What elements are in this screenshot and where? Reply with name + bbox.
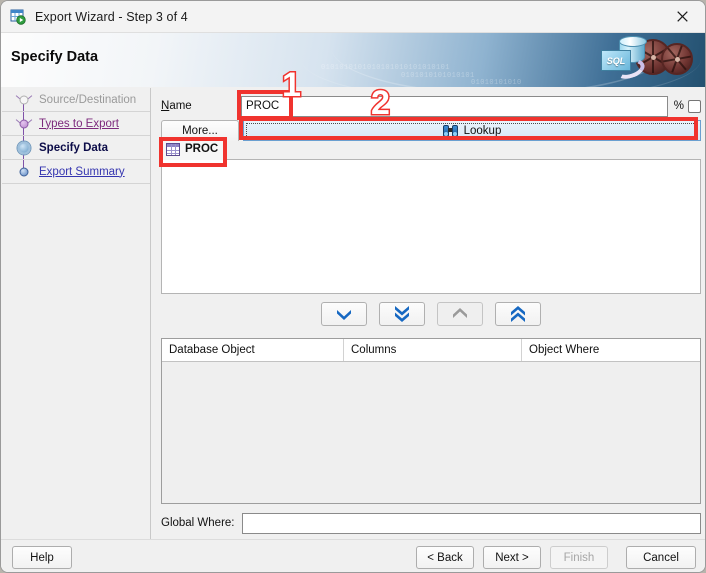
database-object-table[interactable]: Database Object Columns Object Where bbox=[161, 338, 701, 504]
main-content: Name % More... Lookup bbox=[151, 88, 705, 541]
banner-artwork: SQL bbox=[563, 33, 703, 87]
sidebar-item-types-to-export[interactable]: Types to Export bbox=[2, 112, 150, 136]
page-title: Specify Data bbox=[11, 49, 99, 65]
sidebar-item-label: Source/Destination bbox=[39, 93, 137, 106]
global-where-label: Global Where: bbox=[161, 517, 235, 529]
move-down-button[interactable] bbox=[321, 302, 367, 326]
help-button[interactable]: Help bbox=[12, 546, 72, 569]
node-current-icon bbox=[14, 138, 34, 158]
window-title: Export Wizard - Step 3 of 4 bbox=[35, 9, 188, 24]
table-grid-icon bbox=[166, 142, 180, 156]
name-label: Name bbox=[161, 100, 241, 112]
tab-strip: More... Lookup bbox=[161, 120, 701, 142]
node-gray-icon bbox=[14, 90, 34, 110]
chevron-down-icon bbox=[337, 310, 351, 320]
export-grid-icon bbox=[10, 9, 26, 25]
sidebar-item-label: Types to Export bbox=[39, 117, 119, 130]
sidebar-item-label: Specify Data bbox=[39, 141, 109, 154]
next-button[interactable]: Next > bbox=[483, 546, 541, 569]
name-row: Name % bbox=[161, 95, 701, 117]
column-header-columns[interactable]: Columns bbox=[344, 339, 522, 361]
wizard-steps-sidebar: Source/Destination Types to Export Speci… bbox=[2, 88, 151, 541]
name-label-rest: ame bbox=[169, 100, 192, 112]
binary-text-1: 0101010101010101010101010101 bbox=[321, 64, 450, 72]
lookup-button-label: Lookup bbox=[463, 124, 502, 137]
move-up-all-button[interactable] bbox=[495, 302, 541, 326]
table-body[interactable] bbox=[162, 362, 700, 503]
column-header-database-object[interactable]: Database Object bbox=[162, 339, 344, 361]
object-tab-label: PROC bbox=[185, 143, 219, 155]
chevron-double-down-icon bbox=[395, 305, 409, 322]
column-header-object-where[interactable]: Object Where bbox=[522, 339, 700, 361]
back-button[interactable]: < Back bbox=[416, 546, 474, 569]
move-up-button bbox=[437, 302, 483, 326]
percent-label: % bbox=[673, 100, 684, 112]
binary-text-2: 0101010101010101 bbox=[401, 72, 475, 80]
object-list-panel[interactable] bbox=[161, 159, 701, 294]
binoculars-icon bbox=[442, 124, 458, 137]
object-tab-proc[interactable]: PROC bbox=[161, 138, 228, 160]
percent-checkbox[interactable] bbox=[688, 99, 701, 113]
title-bar: Export Wizard - Step 3 of 4 bbox=[1, 1, 705, 33]
chevron-double-up-icon bbox=[511, 305, 525, 322]
export-wizard-dialog: Export Wizard - Step 3 of 4 010101010101… bbox=[0, 0, 706, 573]
move-down-all-button[interactable] bbox=[379, 302, 425, 326]
table-header-row: Database Object Columns Object Where bbox=[162, 339, 700, 362]
global-where-row: Global Where: bbox=[161, 512, 701, 534]
sidebar-item-source-destination[interactable]: Source/Destination bbox=[2, 88, 150, 112]
move-buttons-row bbox=[161, 302, 701, 328]
binary-text-3: 01010101010 bbox=[471, 79, 522, 87]
global-where-input[interactable] bbox=[241, 512, 701, 534]
sidebar-item-label: Export Summary bbox=[39, 165, 125, 178]
wizard-header: 0101010101010101010101010101 01010101010… bbox=[1, 33, 705, 87]
node-blue-icon bbox=[14, 162, 34, 182]
sql-badge: SQL bbox=[601, 50, 631, 71]
cancel-button[interactable]: Cancel bbox=[626, 546, 696, 569]
sidebar-item-specify-data[interactable]: Specify Data bbox=[2, 136, 150, 160]
lookup-button[interactable]: Lookup bbox=[243, 120, 701, 141]
dialog-footer: Help < Back Next > Finish Cancel bbox=[1, 539, 705, 572]
finish-button: Finish bbox=[550, 546, 608, 569]
film-reel-icon-2 bbox=[661, 43, 693, 75]
node-purple-icon bbox=[14, 114, 34, 134]
chevron-up-icon bbox=[453, 308, 467, 318]
sidebar-item-export-summary[interactable]: Export Summary bbox=[2, 160, 150, 184]
name-input[interactable] bbox=[241, 95, 668, 117]
close-icon[interactable] bbox=[660, 1, 705, 32]
